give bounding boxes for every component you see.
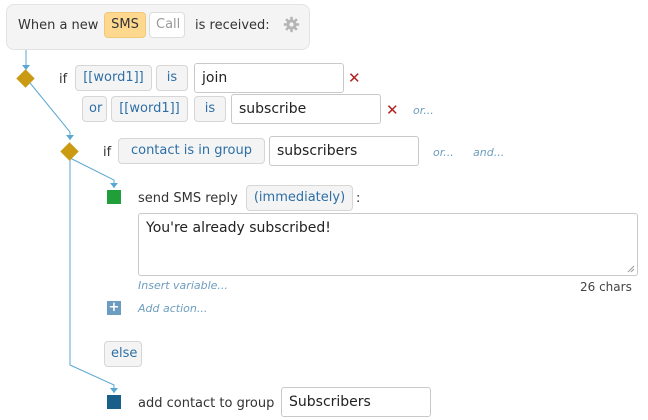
condition-type-selector[interactable]: contact is in group [118, 138, 265, 164]
call-toggle[interactable]: Call [149, 12, 185, 38]
action-colon: : [356, 191, 361, 206]
if-label: if [103, 145, 112, 160]
or-connector[interactable]: or [82, 96, 107, 122]
add-or-link[interactable]: or... [433, 146, 454, 160]
timing-selector[interactable]: (immediately) [246, 185, 353, 211]
action-label: send SMS reply [138, 191, 238, 206]
resize-grip-icon[interactable] [627, 265, 635, 273]
variable-selector[interactable]: [[word1]] [75, 65, 152, 91]
group-name-input[interactable]: Subscribers [281, 387, 431, 417]
action-label: add contact to group [138, 396, 275, 411]
group-value-input[interactable]: subscribers [269, 136, 419, 166]
add-or-link[interactable]: or... [413, 104, 434, 118]
operator-selector[interactable]: is [156, 65, 188, 91]
reply-action-node-icon [107, 190, 121, 204]
reply-message-textarea[interactable]: You're already subscribed! [138, 213, 638, 276]
insert-variable-link[interactable]: Insert variable... [138, 279, 228, 293]
reply-message-text: You're already subscribed! [146, 220, 331, 236]
or-operator-selector[interactable]: is [194, 96, 226, 122]
add-and-link[interactable]: and... [473, 146, 504, 160]
gear-icon[interactable] [283, 16, 300, 33]
group-action-node-icon [107, 395, 121, 409]
condition-value-input[interactable]: join [194, 63, 344, 93]
else-button[interactable]: else [104, 341, 142, 367]
char-count: 26 chars [580, 280, 632, 294]
sms-toggle[interactable]: SMS [104, 12, 146, 38]
or-value-input[interactable]: subscribe [231, 94, 381, 124]
trigger-prefix: When a new [18, 18, 99, 33]
trigger-suffix: is received: [195, 18, 270, 33]
add-action-icon[interactable]: + [107, 301, 121, 315]
if-label: if [59, 72, 68, 87]
remove-or-condition-icon[interactable]: ✕ [386, 102, 399, 118]
or-variable-selector[interactable]: [[word1]] [111, 96, 188, 122]
add-action-link[interactable]: Add action... [138, 302, 207, 316]
remove-condition-icon[interactable]: ✕ [348, 70, 361, 86]
